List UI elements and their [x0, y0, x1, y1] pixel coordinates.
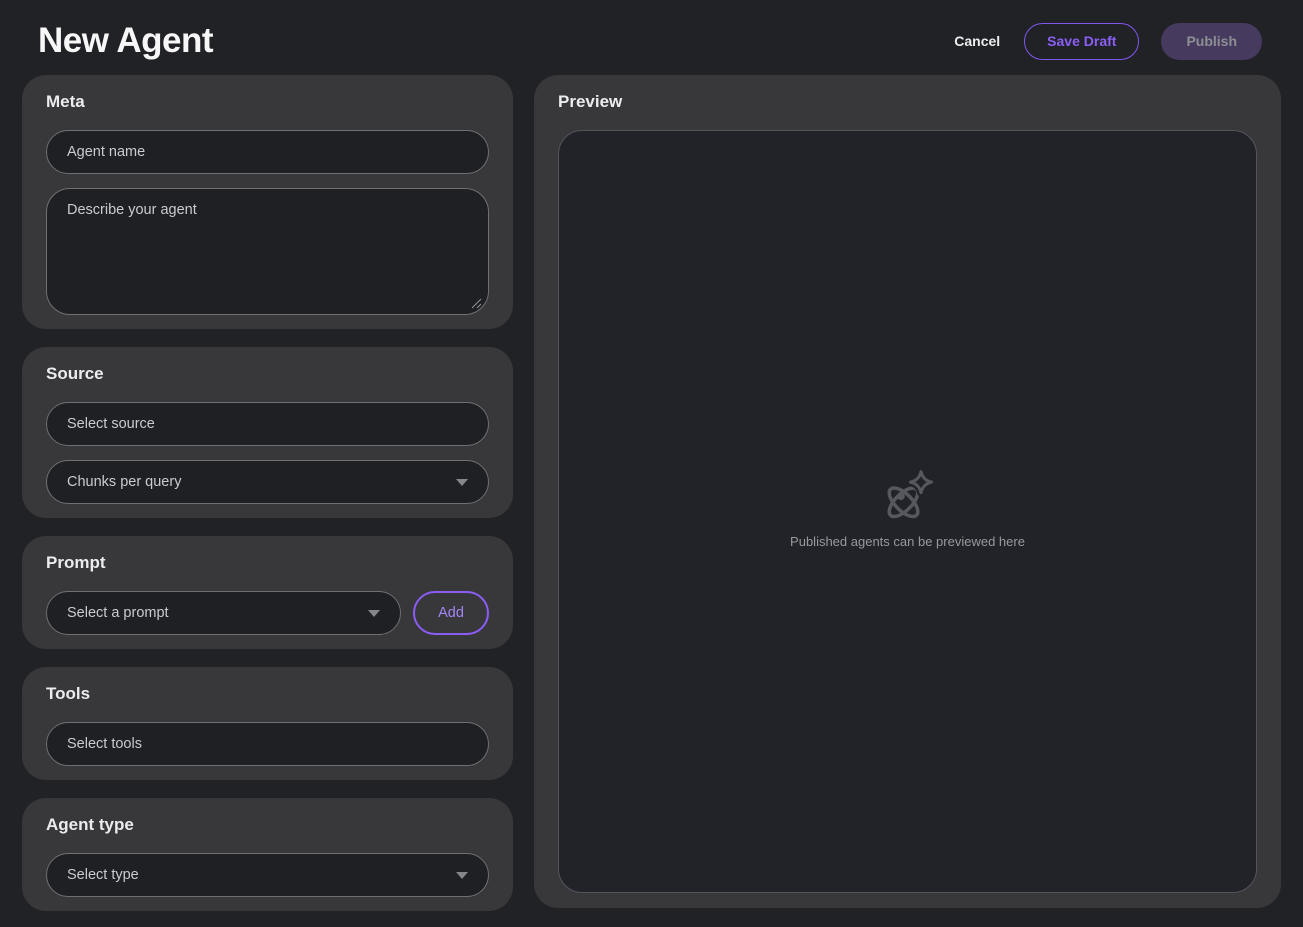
source-card: Source Chunks per query: [22, 347, 513, 518]
header-actions: Cancel Save Draft Publish: [952, 23, 1262, 60]
select-prompt-select[interactable]: Select a prompt: [46, 591, 401, 635]
prompt-row: Select a prompt Add: [46, 591, 489, 635]
preview-empty-message: Published agents can be previewed here: [790, 534, 1025, 549]
source-heading: Source: [46, 364, 489, 384]
chevron-down-icon: [456, 872, 468, 879]
agent-description-field[interactable]: [46, 188, 489, 315]
select-source-input[interactable]: [67, 416, 468, 432]
main-content: Meta Source Chunks per query: [0, 70, 1303, 908]
prompt-heading: Prompt: [46, 553, 489, 573]
chevron-down-icon: [456, 479, 468, 486]
select-tools-field[interactable]: [46, 722, 489, 766]
chevron-down-icon: [368, 610, 380, 617]
select-type-select[interactable]: Select type: [46, 853, 489, 897]
select-type-label: Select type: [67, 867, 456, 883]
save-draft-button[interactable]: Save Draft: [1024, 23, 1139, 60]
tools-card: Tools: [22, 667, 513, 780]
publish-button[interactable]: Publish: [1161, 23, 1262, 60]
agent-description-textarea[interactable]: [46, 188, 489, 315]
meta-heading: Meta: [46, 92, 489, 112]
agent-type-heading: Agent type: [46, 815, 489, 835]
agent-atom-sparkle-icon: [879, 468, 935, 526]
chunks-per-query-select[interactable]: Chunks per query: [46, 460, 489, 504]
agent-form-column: Meta Source Chunks per query: [22, 75, 513, 908]
meta-card: Meta: [22, 75, 513, 329]
agent-type-card: Agent type Select type: [22, 798, 513, 911]
select-tools-input[interactable]: [67, 736, 468, 752]
preview-heading: Preview: [558, 92, 1257, 112]
select-prompt-label: Select a prompt: [67, 605, 368, 621]
preview-card: Preview Published agents can be previ: [534, 75, 1281, 908]
cancel-button[interactable]: Cancel: [952, 23, 1002, 60]
page-header: New Agent Cancel Save Draft Publish: [0, 0, 1303, 70]
chunks-per-query-label: Chunks per query: [67, 474, 456, 490]
select-source-field[interactable]: [46, 402, 489, 446]
prompt-card: Prompt Select a prompt Add: [22, 536, 513, 649]
preview-empty-state: Published agents can be previewed here: [790, 468, 1025, 549]
agent-name-field[interactable]: [46, 130, 489, 174]
agent-name-input[interactable]: [67, 144, 468, 160]
preview-panel: Published agents can be previewed here: [558, 130, 1257, 893]
add-prompt-button[interactable]: Add: [413, 591, 489, 635]
tools-heading: Tools: [46, 684, 489, 704]
page-title: New Agent: [38, 21, 213, 61]
